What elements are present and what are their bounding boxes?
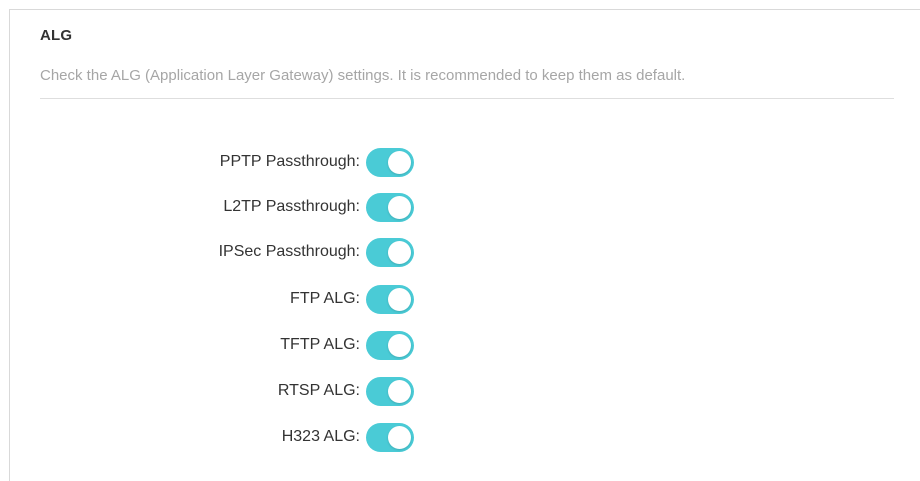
toggle-knob [388,380,411,403]
l2tp-passthrough-toggle[interactable] [366,193,414,222]
setting-row-tftp-alg: TFTP ALG: [10,330,430,362]
ftp-alg-label: FTP ALG: [290,290,360,307]
setting-row-rtsp-alg: RTSP ALG: [10,376,430,408]
setting-row-ipsec-passthrough: IPSec Passthrough: [10,237,430,269]
setting-row-pptp-passthrough: PPTP Passthrough: [10,147,430,179]
l2tp-passthrough-label: L2TP Passthrough: [223,198,360,215]
ftp-alg-toggle[interactable] [366,285,414,314]
tftp-alg-toggle[interactable] [366,331,414,360]
rtsp-alg-toggle[interactable] [366,377,414,406]
toggle-knob [388,426,411,449]
section-divider [40,98,894,99]
setting-row-l2tp-passthrough: L2TP Passthrough: [10,192,430,224]
ipsec-passthrough-label: IPSec Passthrough: [218,243,360,260]
pptp-passthrough-label: PPTP Passthrough: [219,153,360,170]
tftp-alg-label: TFTP ALG: [280,336,360,353]
section-title: ALG [40,27,73,44]
h323-alg-label: H323 ALG: [281,428,360,445]
setting-row-ftp-alg: FTP ALG: [10,284,430,316]
section-description: Check the ALG (Application Layer Gateway… [40,67,686,84]
toggle-knob [388,196,411,219]
toggle-knob [388,151,411,174]
ipsec-passthrough-toggle[interactable] [366,238,414,267]
toggle-knob [388,241,411,264]
rtsp-alg-label: RTSP ALG: [277,382,360,399]
setting-row-h323-alg: H323 ALG: [10,422,430,454]
pptp-passthrough-toggle[interactable] [366,148,414,177]
alg-panel: ALG Check the ALG (Application Layer Gat… [9,9,920,481]
toggle-knob [388,334,411,357]
toggle-knob [388,288,411,311]
h323-alg-toggle[interactable] [366,423,414,452]
